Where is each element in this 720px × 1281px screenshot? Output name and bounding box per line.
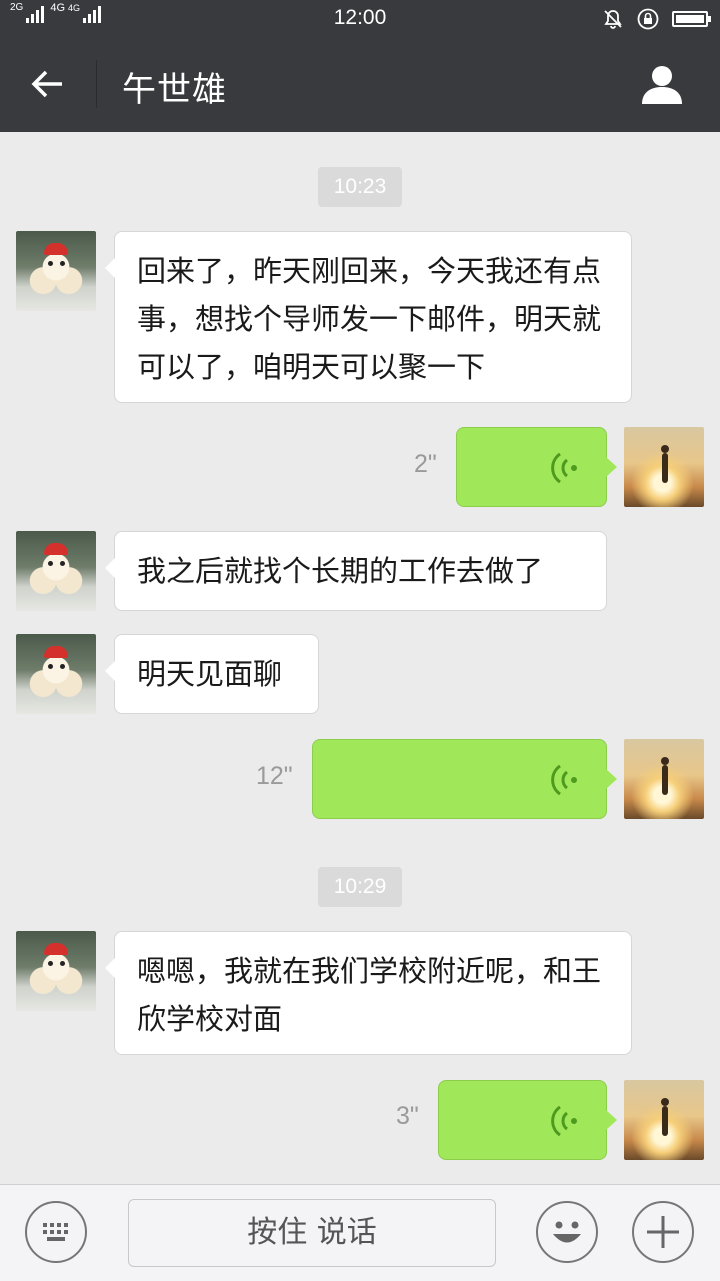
bell-off-icon [604,10,622,29]
chat-header: 午世雄 [0,36,720,132]
emoji-icon [553,1221,581,1243]
voice-wave-icon [551,764,577,796]
voice-wave-icon [551,452,577,484]
my-avatar[interactable] [624,1080,704,1160]
status-icons [602,7,711,31]
voice-duration: 12" [256,762,293,790]
voice-duration: 3" [396,1102,419,1130]
chat-title: 午世雄 [122,70,227,110]
contact-avatar[interactable] [16,931,96,1011]
incoming-message[interactable]: 我之后就找个长期的工作去做了 [105,531,607,611]
my-avatar[interactable] [624,739,704,819]
contact-avatar[interactable] [16,231,96,311]
voice-wave-icon [551,1105,577,1137]
timestamp: 10:29 [318,867,402,907]
timestamp: 10:23 [318,167,402,207]
plus-icon [647,1216,679,1248]
lock-rotation-icon [637,8,659,30]
outgoing-voice-message[interactable] [312,739,617,819]
battery-icon [672,11,711,27]
contact-avatar[interactable] [16,634,96,714]
header-divider [96,60,97,108]
keyboard-toggle-button[interactable] [25,1201,87,1263]
voice-duration: 2" [414,450,437,478]
input-bar: 按住 说话 [0,1184,720,1281]
outgoing-voice-message[interactable] [456,427,617,507]
keyboard-icon [43,1223,68,1241]
outgoing-voice-message[interactable] [438,1080,617,1160]
profile-icon[interactable] [640,62,684,106]
hold-to-talk-button[interactable]: 按住 说话 [128,1199,496,1267]
incoming-message[interactable]: 回来了，昨天刚回来，今天我还有点事，想找个导师发一下邮件，明天就可以了，咱明天可… [105,231,632,403]
chat-area[interactable]: 10:23 回来了，昨天刚回来，今天我还有点事，想找个导师发一下邮件，明天就可以… [0,132,720,1184]
my-avatar[interactable] [624,427,704,507]
incoming-message[interactable]: 嗯嗯，我就在我们学校附近呢，和王欣学校对面 [105,931,632,1055]
incoming-message[interactable]: 明天见面聊 [105,634,319,714]
emoji-button[interactable] [536,1201,598,1263]
more-button[interactable] [632,1201,694,1263]
status-bar: 2G 4G 4G 12:00 [0,0,720,36]
contact-avatar[interactable] [16,531,96,611]
back-arrow-icon[interactable] [28,64,68,104]
